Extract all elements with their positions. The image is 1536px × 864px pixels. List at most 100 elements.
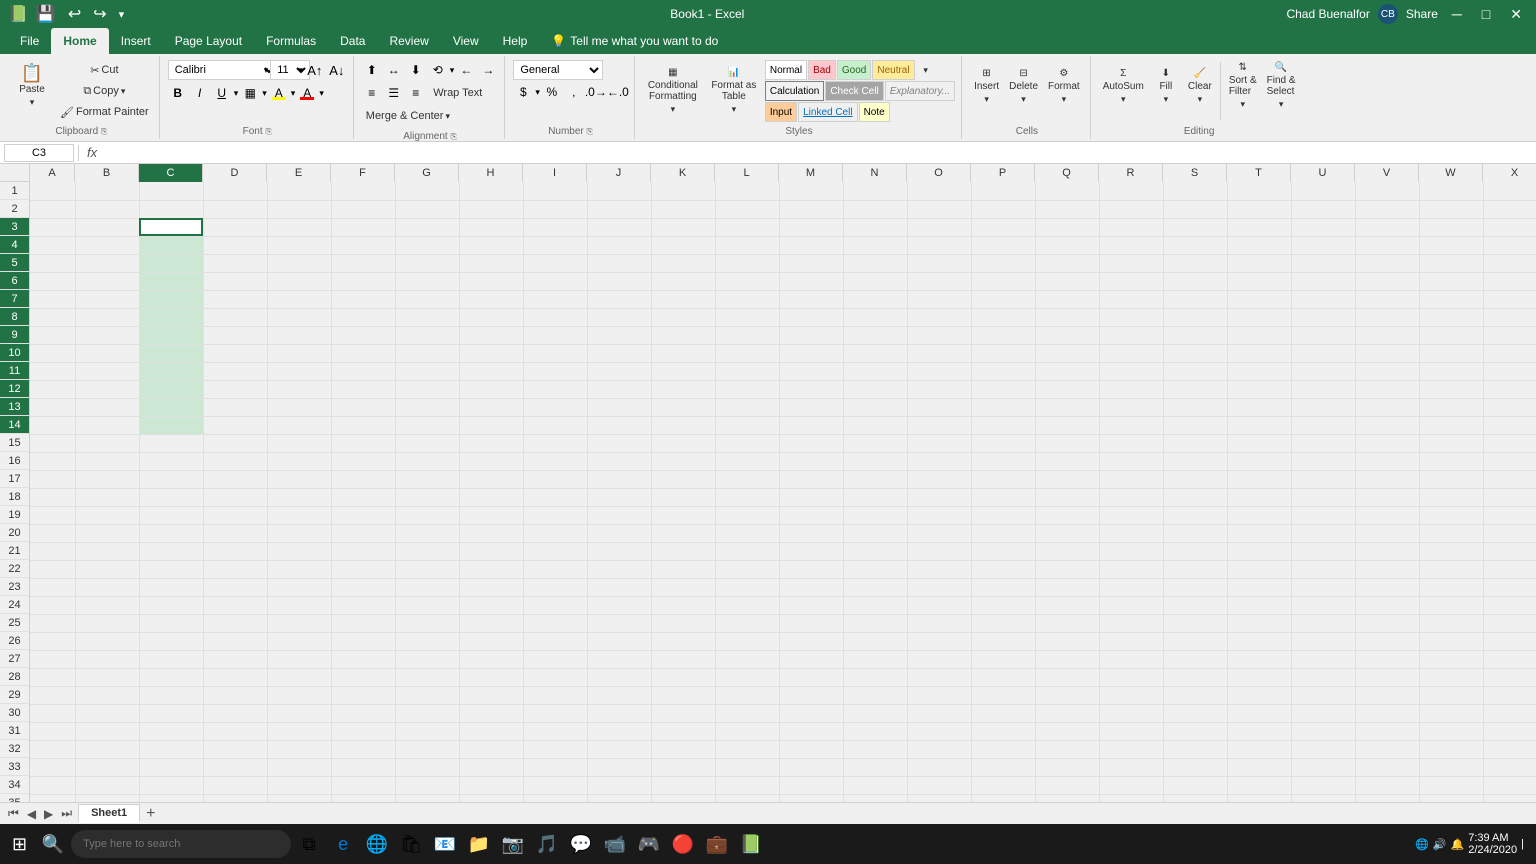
paste-dropdown-icon[interactable]: ▾	[30, 97, 35, 108]
cell-S1[interactable]	[1163, 182, 1227, 200]
cell-D10[interactable]	[203, 344, 267, 362]
cell-R7[interactable]	[1099, 290, 1163, 308]
col-header-k[interactable]: K	[651, 164, 715, 182]
cell-N14[interactable]	[843, 416, 907, 434]
cell-K34[interactable]	[651, 776, 715, 794]
cell-G18[interactable]	[395, 488, 459, 506]
clipboard-expand-icon[interactable]: ⎘	[101, 127, 107, 136]
cell-N29[interactable]	[843, 686, 907, 704]
cell-D30[interactable]	[203, 704, 267, 722]
cell-K23[interactable]	[651, 578, 715, 596]
cell-U6[interactable]	[1291, 272, 1355, 290]
align-right-btn[interactable]: ≡	[406, 83, 426, 103]
cell-P31[interactable]	[971, 722, 1035, 740]
cell-W19[interactable]	[1419, 506, 1483, 524]
cell-O26[interactable]	[907, 632, 971, 650]
taskbar-excel-btn[interactable]: 📗	[735, 828, 767, 860]
cell-F19[interactable]	[331, 506, 395, 524]
cell-E24[interactable]	[267, 596, 331, 614]
cell-Q20[interactable]	[1035, 524, 1099, 542]
cell-X10[interactable]	[1483, 344, 1536, 362]
row-12[interactable]: 12	[0, 380, 29, 398]
sheet-first-btn[interactable]: ⏮	[4, 806, 23, 821]
number-format-select[interactable]: General Number Currency Percentage	[513, 60, 603, 80]
cell-G27[interactable]	[395, 650, 459, 668]
cell-F24[interactable]	[331, 596, 395, 614]
cell-B26[interactable]	[75, 632, 139, 650]
cell-K2[interactable]	[651, 200, 715, 218]
cell-K21[interactable]	[651, 542, 715, 560]
cell-W35[interactable]	[1419, 794, 1483, 802]
cell-E35[interactable]	[267, 794, 331, 802]
cell-T10[interactable]	[1227, 344, 1291, 362]
cell-O19[interactable]	[907, 506, 971, 524]
cell-F9[interactable]	[331, 326, 395, 344]
cell-V31[interactable]	[1355, 722, 1419, 740]
user-avatar[interactable]: CB	[1378, 4, 1398, 24]
cell-X12[interactable]	[1483, 380, 1536, 398]
cell-D15[interactable]	[203, 434, 267, 452]
cell-X20[interactable]	[1483, 524, 1536, 542]
cell-N16[interactable]	[843, 452, 907, 470]
cell-S9[interactable]	[1163, 326, 1227, 344]
tab-insert[interactable]: Insert	[109, 28, 163, 54]
cell-D7[interactable]	[203, 290, 267, 308]
cell-L9[interactable]	[715, 326, 779, 344]
cell-W23[interactable]	[1419, 578, 1483, 596]
cell-V15[interactable]	[1355, 434, 1419, 452]
style-linked-cell[interactable]: Linked Cell	[798, 102, 857, 122]
cell-X28[interactable]	[1483, 668, 1536, 686]
cell-C29[interactable]	[139, 686, 203, 704]
cell-I8[interactable]	[523, 308, 587, 326]
cell-H22[interactable]	[459, 560, 523, 578]
cell-P2[interactable]	[971, 200, 1035, 218]
cell-O2[interactable]	[907, 200, 971, 218]
cell-L22[interactable]	[715, 560, 779, 578]
cell-G8[interactable]	[395, 308, 459, 326]
taskbar-edge-btn[interactable]: e	[327, 828, 359, 860]
cell-G23[interactable]	[395, 578, 459, 596]
clear-btn[interactable]: 🧹 Clear ▾	[1184, 60, 1216, 112]
cell-H31[interactable]	[459, 722, 523, 740]
cell-G32[interactable]	[395, 740, 459, 758]
cell-R18[interactable]	[1099, 488, 1163, 506]
cell-G29[interactable]	[395, 686, 459, 704]
percent-btn[interactable]: %	[542, 82, 562, 102]
cell-B30[interactable]	[75, 704, 139, 722]
cell-C34[interactable]	[139, 776, 203, 794]
cell-T34[interactable]	[1227, 776, 1291, 794]
cell-O33[interactable]	[907, 758, 971, 776]
font-color-dropdown[interactable]: ▾	[319, 88, 324, 99]
cell-I24[interactable]	[523, 596, 587, 614]
cell-W5[interactable]	[1419, 254, 1483, 272]
cell-I31[interactable]	[523, 722, 587, 740]
cell-K30[interactable]	[651, 704, 715, 722]
cell-J3[interactable]	[587, 218, 651, 236]
cell-E31[interactable]	[267, 722, 331, 740]
taskbar-mail-btn[interactable]: 📧	[429, 828, 461, 860]
cell-V2[interactable]	[1355, 200, 1419, 218]
cell-U29[interactable]	[1291, 686, 1355, 704]
cell-Q29[interactable]	[1035, 686, 1099, 704]
cell-P5[interactable]	[971, 254, 1035, 272]
cell-F2[interactable]	[331, 200, 395, 218]
cell-M24[interactable]	[779, 596, 843, 614]
close-btn[interactable]: ✕	[1504, 4, 1528, 25]
taskbar-chrome-btn[interactable]: 🌐	[361, 828, 393, 860]
fill-dropdown[interactable]: ▾	[291, 88, 296, 99]
cell-C19[interactable]	[139, 506, 203, 524]
cell-W11[interactable]	[1419, 362, 1483, 380]
cell-N26[interactable]	[843, 632, 907, 650]
cell-B23[interactable]	[75, 578, 139, 596]
cell-Q30[interactable]	[1035, 704, 1099, 722]
cell-P1[interactable]	[971, 182, 1035, 200]
cell-R14[interactable]	[1099, 416, 1163, 434]
cell-H8[interactable]	[459, 308, 523, 326]
cell-I14[interactable]	[523, 416, 587, 434]
cell-D22[interactable]	[203, 560, 267, 578]
cell-R31[interactable]	[1099, 722, 1163, 740]
cell-K33[interactable]	[651, 758, 715, 776]
cell-U5[interactable]	[1291, 254, 1355, 272]
cell-J7[interactable]	[587, 290, 651, 308]
cell-X32[interactable]	[1483, 740, 1536, 758]
